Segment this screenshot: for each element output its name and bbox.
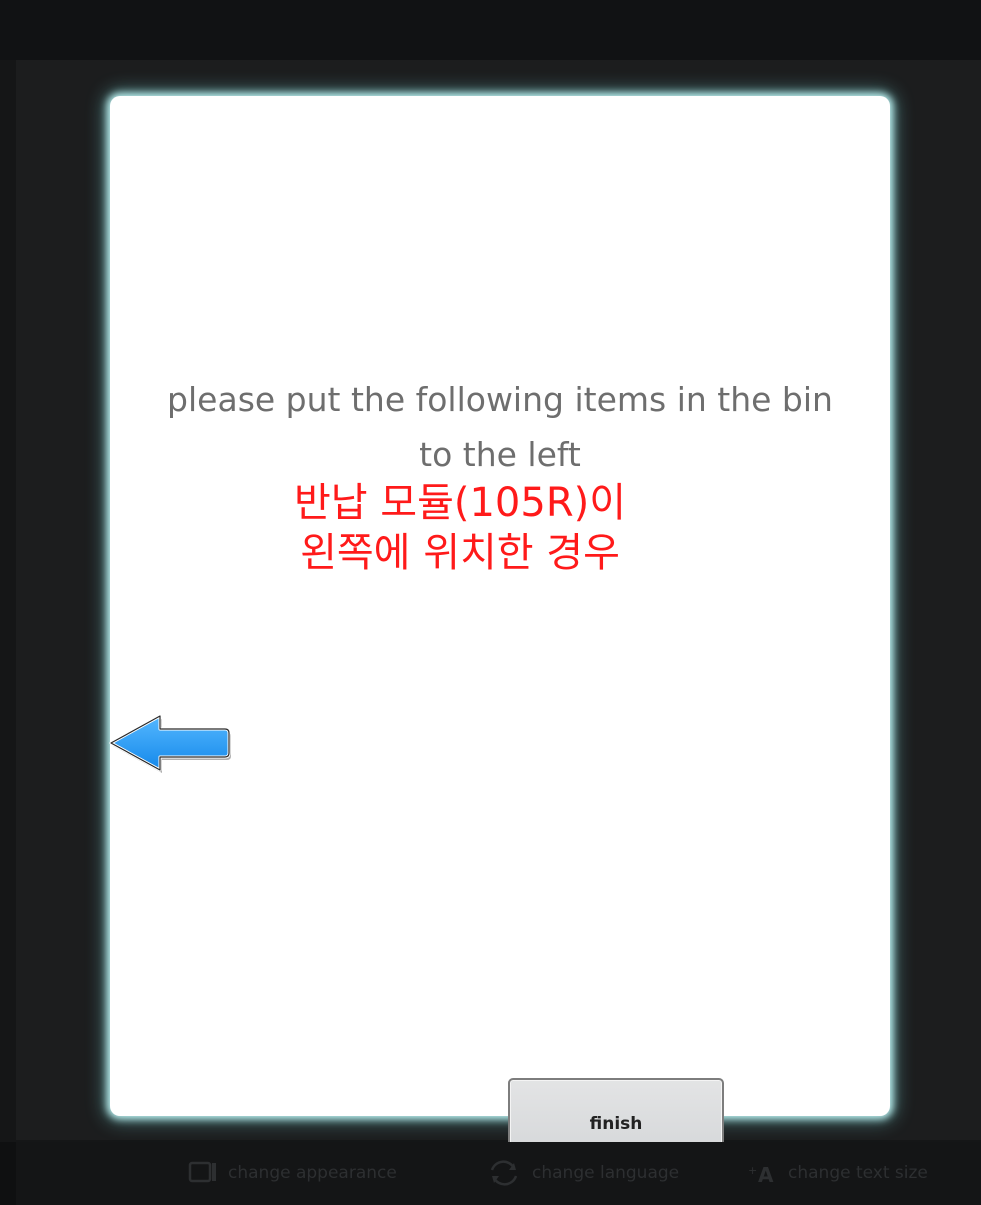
appearance-icon bbox=[188, 1161, 216, 1183]
text-size-icon: + A bbox=[748, 1163, 774, 1186]
instruction-line-1: please put the following items in the bi… bbox=[167, 380, 833, 419]
language-icon bbox=[490, 1160, 518, 1186]
annotation-line-2: 왼쪽에 위치한 경우 bbox=[300, 530, 620, 576]
annotation-text: 반납 모듈(105R)이 왼쪽에 위치한 경우 bbox=[160, 478, 760, 578]
instruction-text: please put the following items in the bi… bbox=[116, 372, 884, 482]
change-language-button[interactable]: change language bbox=[486, 1160, 679, 1186]
footer-toolbar: change appearance change language + A ch… bbox=[0, 1142, 981, 1205]
footer-label-language: change language bbox=[532, 1163, 680, 1183]
footer-label-appearance: change appearance bbox=[228, 1163, 397, 1183]
instruction-dialog: please put the following items in the bi… bbox=[116, 102, 884, 1170]
svg-text:+: + bbox=[748, 1164, 757, 1177]
left-arrow-icon bbox=[109, 714, 231, 773]
instruction-line-2: to the left bbox=[419, 435, 581, 474]
annotation-line-1: 반납 모듈(105R)이 bbox=[293, 480, 627, 526]
kiosk-screen: please put the following items in the bi… bbox=[0, 0, 981, 1205]
change-text-size-button[interactable]: + A change text size bbox=[748, 1160, 928, 1186]
change-appearance-button[interactable]: change appearance bbox=[188, 1160, 397, 1186]
top-bar bbox=[0, 0, 981, 60]
footer-label-text-size: change text size bbox=[788, 1163, 928, 1183]
svg-text:A: A bbox=[758, 1163, 774, 1186]
